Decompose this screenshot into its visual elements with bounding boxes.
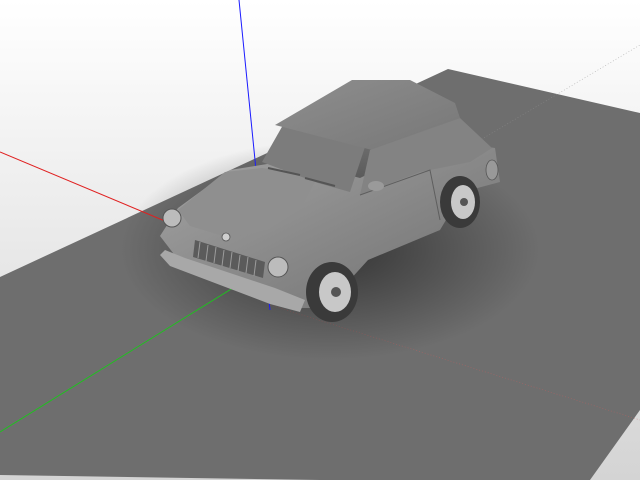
car-headlight-right	[267, 256, 289, 278]
car-emblem	[221, 232, 231, 242]
car-wheel-rear	[440, 176, 480, 228]
car-rear-light	[485, 159, 499, 181]
3d-viewport[interactable]	[0, 0, 640, 480]
car-wheel-front	[306, 262, 358, 322]
scene-canvas[interactable]	[0, 0, 640, 480]
car-side-mirror	[368, 181, 384, 191]
car-headlight-left	[162, 208, 182, 228]
